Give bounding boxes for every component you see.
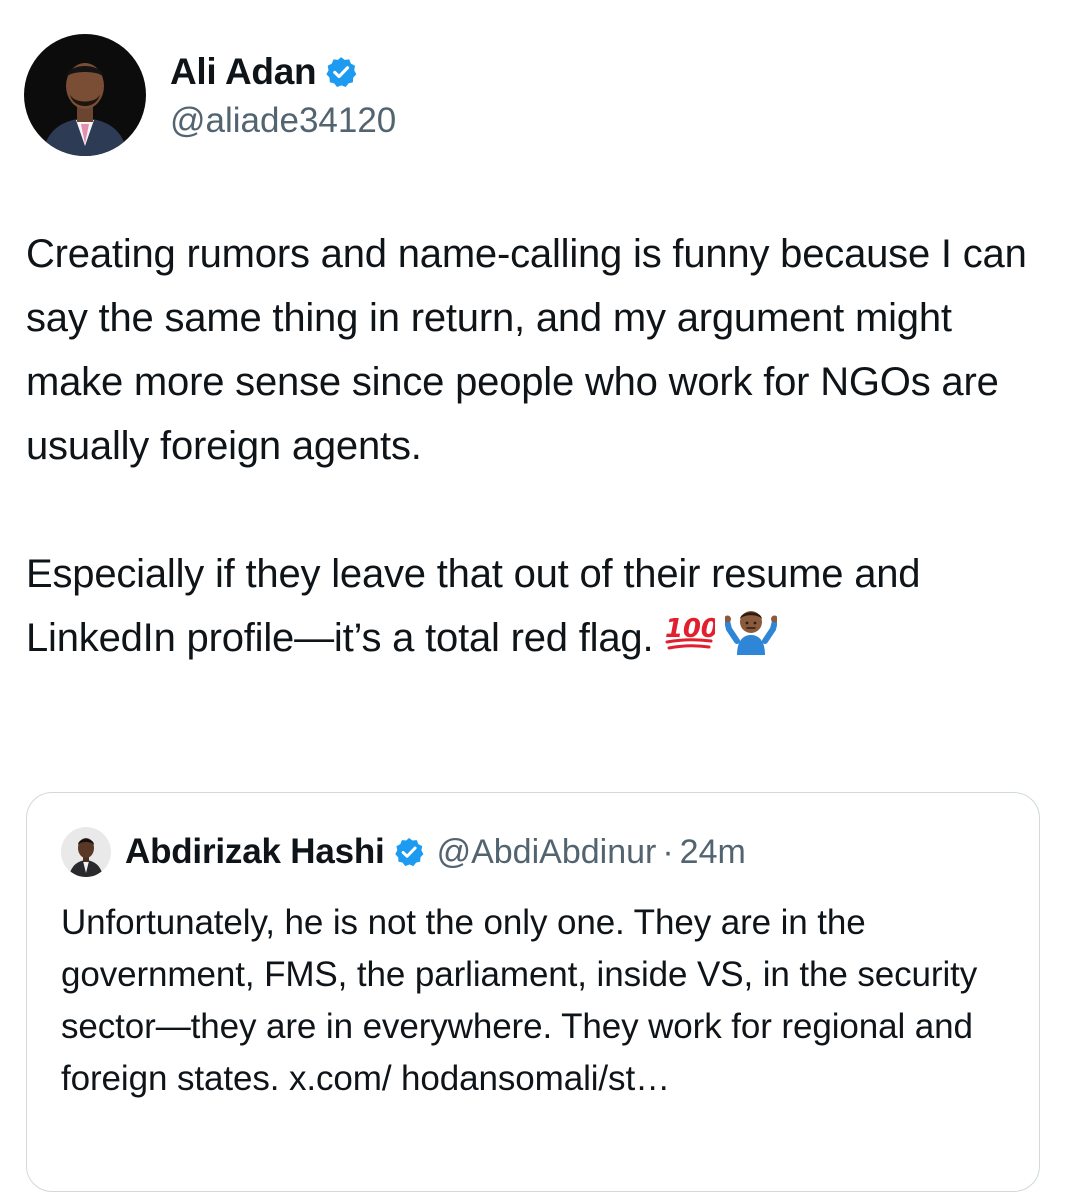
quoted-author-handle[interactable]: @AbdiAbdinur: [437, 833, 657, 872]
quoted-author-avatar[interactable]: [61, 827, 111, 877]
tweet-paragraph-2: Especially if they leave that out of the…: [26, 542, 1036, 674]
tweet-text: Creating rumors and name-calling is funn…: [26, 222, 1036, 674]
tweet-author: Ali Adan @aliade34120: [24, 34, 396, 156]
quoted-tweet-text: Unfortunately, he is not the only one. T…: [61, 903, 978, 1098]
quoted-tweet-timestamp[interactable]: 24m: [680, 833, 746, 872]
author-display-name[interactable]: Ali Adan: [170, 51, 317, 93]
author-handle[interactable]: @aliade34120: [170, 101, 396, 141]
tweet[interactable]: Ali Adan @aliade34120 Creating rumors an…: [0, 0, 1066, 1200]
quoted-author-display-name[interactable]: Abdirizak Hashi: [125, 832, 385, 872]
quoted-separator-dot: ·: [662, 832, 674, 871]
quoted-tweet-card[interactable]: Abdirizak Hashi @AbdiAbdinur · 24m Unfor…: [26, 792, 1040, 1192]
quoted-verified-badge-icon: [393, 836, 425, 868]
person-shrugging-emoji-icon: [724, 607, 779, 674]
hundred-points-emoji-icon: 100: [663, 608, 719, 672]
quoted-tweet-header: Abdirizak Hashi @AbdiAbdinur · 24m: [61, 827, 746, 877]
tweet-paragraph-1: Creating rumors and name-calling is funn…: [26, 232, 1027, 468]
verified-badge-icon: [324, 55, 358, 89]
author-avatar[interactable]: [24, 34, 146, 156]
tweet-paragraph-2-text: Especially if they leave that out of the…: [26, 552, 921, 660]
